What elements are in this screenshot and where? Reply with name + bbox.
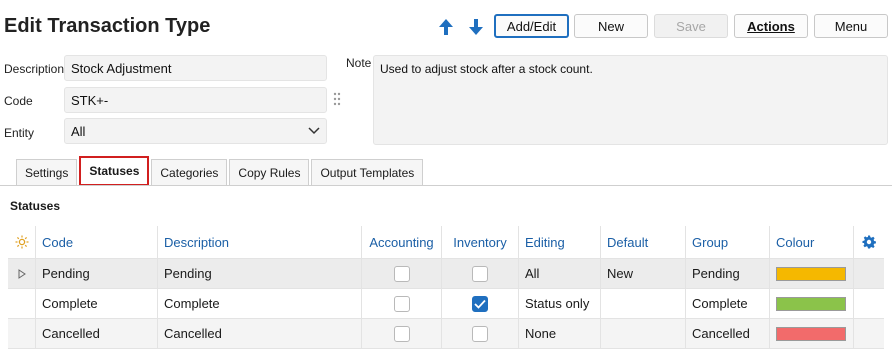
move-up-button[interactable]: [436, 16, 456, 38]
cell-colour: [770, 319, 854, 348]
accounting-checkbox[interactable]: [393, 325, 410, 342]
table-row[interactable]: Pending Pending All New Pending: [8, 259, 884, 289]
actions-button[interactable]: Actions: [734, 14, 808, 38]
arrow-up-icon: [439, 19, 453, 35]
cell-colour: [770, 259, 854, 288]
table-row[interactable]: Cancelled Cancelled None Cancelled: [8, 319, 884, 349]
entity-value: All: [71, 123, 86, 139]
colour-swatch[interactable]: [776, 296, 846, 311]
tab-statuses[interactable]: Statuses: [79, 156, 150, 186]
column-header-description[interactable]: Description: [158, 226, 362, 258]
accounting-checkbox[interactable]: [393, 265, 410, 282]
cell-default[interactable]: [601, 319, 686, 348]
inventory-checkbox[interactable]: [472, 265, 488, 282]
tab-output-templates[interactable]: Output Templates: [311, 159, 424, 185]
colour-swatch[interactable]: [776, 266, 846, 281]
actions-label: Actions: [747, 18, 795, 34]
column-header-inventory[interactable]: Inventory: [442, 226, 519, 258]
column-header-accounting[interactable]: Accounting: [362, 226, 442, 258]
cell-accounting: [362, 319, 442, 348]
cell-accounting: [362, 289, 442, 318]
cell-default[interactable]: New: [601, 259, 686, 288]
cell-editing[interactable]: All: [519, 259, 601, 288]
column-header-colour[interactable]: Colour: [770, 226, 854, 258]
section-title: Statuses: [10, 199, 61, 213]
accounting-checkbox[interactable]: [393, 295, 410, 312]
inventory-checkbox[interactable]: [472, 325, 488, 342]
note-field[interactable]: Used to adjust stock after a stock count…: [373, 55, 888, 145]
entity-select[interactable]: All: [64, 118, 327, 144]
cell-default[interactable]: [601, 289, 686, 318]
cell-inventory: [442, 259, 519, 288]
cell-inventory: [442, 289, 519, 318]
inventory-checkbox[interactable]: [472, 295, 488, 312]
cell-group[interactable]: Pending: [686, 259, 770, 288]
move-down-button[interactable]: [466, 16, 486, 38]
code-field[interactable]: STK+-: [64, 87, 327, 113]
cell-code[interactable]: Complete: [36, 289, 158, 318]
column-header-editing[interactable]: Editing: [519, 226, 601, 258]
cell-code[interactable]: Pending: [36, 259, 158, 288]
cell-group[interactable]: Cancelled: [686, 319, 770, 348]
description-field[interactable]: Stock Adjustment: [64, 55, 327, 81]
row-expand-icon[interactable]: [8, 259, 36, 288]
arrow-down-icon: [469, 19, 483, 35]
cell-editing[interactable]: Status only: [519, 289, 601, 318]
entity-label: Entity: [4, 126, 35, 140]
tab-bar: Settings Statuses Categories Copy Rules …: [16, 156, 425, 186]
cell-code[interactable]: Cancelled: [36, 319, 158, 348]
column-header-default[interactable]: Default: [601, 226, 686, 258]
add-edit-button[interactable]: Add/Edit: [494, 14, 569, 38]
checkmark-icon: [474, 299, 486, 309]
cell-description[interactable]: Complete: [158, 289, 362, 318]
colour-swatch[interactable]: [776, 326, 846, 341]
tab-categories[interactable]: Categories: [151, 159, 228, 185]
gear-icon[interactable]: [854, 226, 884, 258]
cell-editing[interactable]: None: [519, 319, 601, 348]
chevron-down-icon: [308, 127, 320, 135]
save-button[interactable]: Save: [654, 14, 728, 38]
tab-settings[interactable]: Settings: [16, 159, 78, 185]
page-title: Edit Transaction Type: [4, 15, 211, 37]
note-label: Note: [346, 56, 372, 70]
cell-description[interactable]: Cancelled: [158, 319, 362, 348]
column-header-code[interactable]: Code: [36, 226, 158, 258]
drag-handle-icon[interactable]: [333, 92, 341, 109]
column-header-group[interactable]: Group: [686, 226, 770, 258]
description-label: Description: [4, 62, 65, 76]
table-row[interactable]: Complete Complete Status only Complete: [8, 289, 884, 319]
sun-icon[interactable]: [8, 226, 36, 258]
menu-button[interactable]: Menu: [814, 14, 888, 38]
cell-colour: [770, 289, 854, 318]
new-button[interactable]: New: [574, 14, 648, 38]
code-label: Code: [4, 94, 33, 108]
cell-group[interactable]: Complete: [686, 289, 770, 318]
cell-inventory: [442, 319, 519, 348]
grid-header-row: Code Description Accounting Inventory Ed…: [8, 226, 884, 259]
cell-accounting: [362, 259, 442, 288]
cell-description[interactable]: Pending: [158, 259, 362, 288]
tab-copy-rules[interactable]: Copy Rules: [229, 159, 310, 185]
